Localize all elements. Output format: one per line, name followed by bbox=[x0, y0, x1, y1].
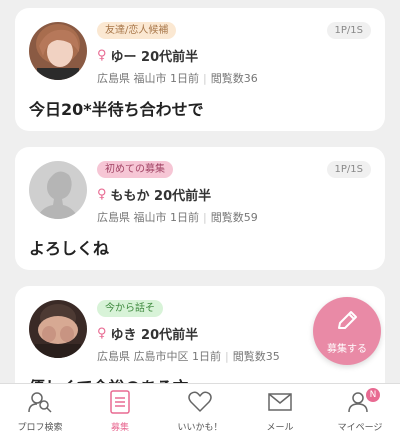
tab-label: 募集 bbox=[110, 423, 129, 433]
avatar[interactable] bbox=[29, 22, 87, 80]
post-location: 広島県 福山市 1日前 bbox=[97, 211, 199, 224]
tab-mail[interactable]: メール bbox=[240, 384, 320, 438]
post-tag: 初めての募集 bbox=[97, 161, 173, 178]
tab-recruit[interactable]: 募集 bbox=[80, 384, 160, 438]
heart-icon bbox=[187, 390, 213, 418]
view-count: 閲覧数59 bbox=[210, 211, 258, 224]
post-message: 今日20*半待ち合わせで bbox=[29, 100, 204, 119]
post-card[interactable]: 友達/恋人候補 1P/1S ♀ ゆー 20代前半 広島県 福山市 1日前 | 閲覧数… bbox=[15, 8, 385, 131]
female-icon: ♀ bbox=[97, 325, 107, 341]
view-count: 閲覧数35 bbox=[232, 350, 280, 363]
poster-name: ゆー 20代前半 bbox=[110, 49, 199, 65]
notification-badge: N bbox=[366, 388, 380, 402]
tab-label: プロフ検索 bbox=[17, 423, 63, 433]
page-indicator: 1P/1S bbox=[326, 161, 371, 178]
tab-label: マイページ bbox=[337, 423, 383, 433]
post-message: 優しくて余裕のある方 bbox=[29, 374, 189, 383]
post-message: よろしくね bbox=[29, 239, 110, 258]
post-tag: 今から話そ bbox=[97, 300, 163, 317]
post-location: 広島県 広島市中区 1日前 bbox=[97, 350, 221, 363]
create-post-button[interactable]: 募集する bbox=[313, 297, 381, 365]
profile-search-icon bbox=[27, 390, 53, 418]
poster-name: ももか 20代前半 bbox=[110, 188, 212, 204]
mail-icon bbox=[267, 390, 293, 418]
bottom-tab-bar: プロフ検索 募集 いいかも！ メール N マイページ bbox=[0, 383, 400, 438]
page-indicator: 1P/1S bbox=[326, 22, 371, 39]
post-tag: 友達/恋人候補 bbox=[97, 22, 177, 39]
view-count: 閲覧数36 bbox=[210, 72, 258, 85]
tab-my-page[interactable]: N マイページ bbox=[320, 384, 400, 438]
post-location: 広島県 福山市 1日前 bbox=[97, 72, 199, 85]
pencil-icon bbox=[334, 308, 360, 338]
list-icon bbox=[109, 390, 131, 418]
tab-label: いいかも！ bbox=[177, 423, 223, 433]
female-icon: ♀ bbox=[97, 47, 107, 63]
post-meta: 広島県 福山市 1日前 | 閲覧数59 bbox=[97, 211, 258, 224]
post-meta: 広島県 福山市 1日前 | 閲覧数36 bbox=[97, 72, 258, 85]
post-card[interactable]: 初めての募集 1P/1S ♀ ももか 20代前半 広島県 福山市 1日前 | 閲覧数… bbox=[15, 147, 385, 270]
poster-name: ゆき 20代前半 bbox=[110, 327, 199, 343]
avatar[interactable] bbox=[29, 300, 87, 358]
tab-profile-search[interactable]: プロフ検索 bbox=[0, 384, 80, 438]
tab-likes[interactable]: いいかも！ bbox=[160, 384, 240, 438]
female-icon: ♀ bbox=[97, 186, 107, 202]
tab-label: メール bbox=[266, 423, 294, 433]
post-meta: 広島県 広島市中区 1日前 | 閲覧数35 bbox=[97, 350, 280, 363]
avatar-placeholder[interactable] bbox=[29, 161, 87, 219]
create-post-label: 募集する bbox=[327, 343, 367, 355]
